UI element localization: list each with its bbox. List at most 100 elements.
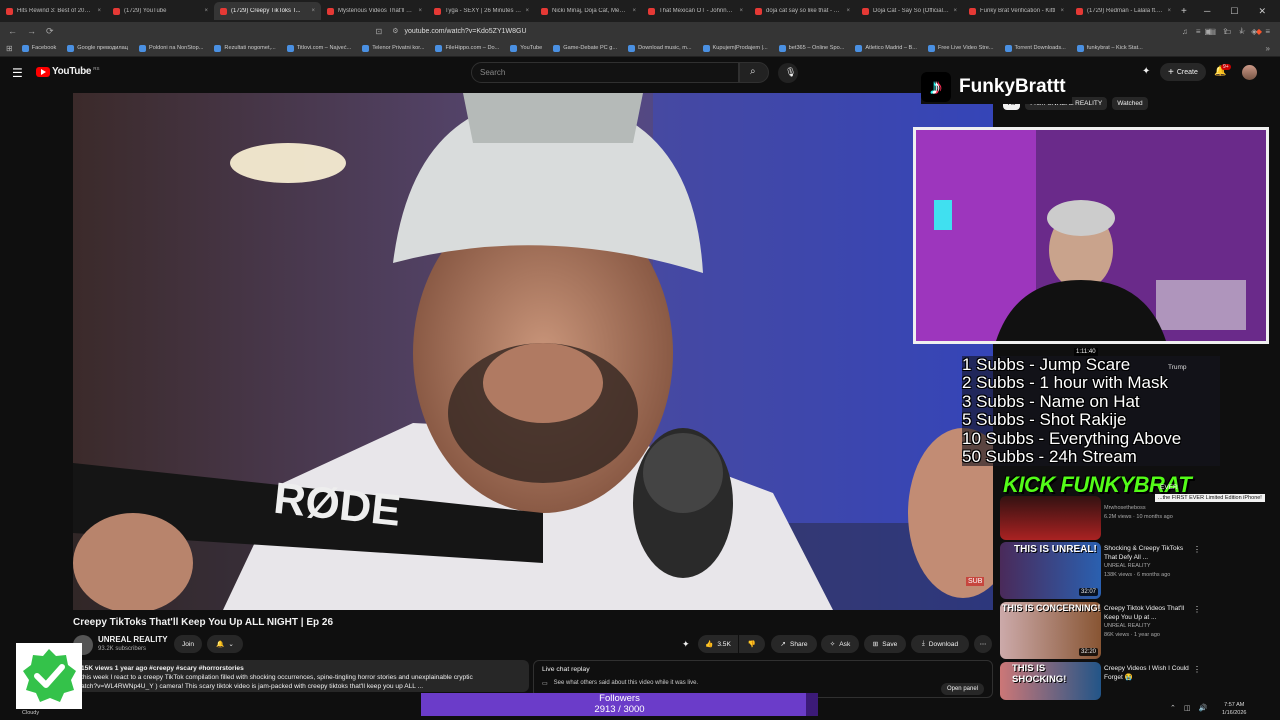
bookmark-item[interactable]: funkybrat – Kick Stat... <box>1076 44 1143 52</box>
bookmark-item[interactable]: Facebook <box>21 44 56 52</box>
bookmark-favicon-icon <box>139 44 146 52</box>
bookmark-item[interactable]: Kupujem|Prodajem |... <box>702 44 768 52</box>
apps-icon[interactable]: ⊞ <box>6 44 13 53</box>
tab-close-icon[interactable]: × <box>953 8 957 14</box>
tab-close-icon[interactable]: × <box>1167 8 1171 14</box>
tab-close-icon[interactable]: × <box>418 8 422 14</box>
bookmark-item[interactable]: Free Live Video Stre... <box>927 44 994 52</box>
maximize-icon[interactable]: ☐ <box>1230 6 1238 17</box>
browser-tab[interactable]: Funky Brat Verification - Kittl × <box>963 2 1070 20</box>
tab-close-icon[interactable]: × <box>311 8 315 14</box>
bookmark-item[interactable]: Game-Debate PC g... <box>553 44 617 52</box>
video-description[interactable]: 15K views 1 year ago #creepy #scary #hor… <box>73 660 529 692</box>
more-actions-button[interactable]: ⋯ <box>974 635 992 653</box>
rec-1-info[interactable]: Mrwhosetheboss 6.2M views · 10 months ag… <box>1104 504 1194 522</box>
menu-icon[interactable]: ≡ <box>1265 27 1270 36</box>
tab-title: doja cat say so like that - YouT... <box>766 8 842 14</box>
rec-4-thumbnail[interactable]: THIS IS SHOCKING! <box>1000 662 1101 700</box>
rec-4-info[interactable]: Creepy Videos I Wish I Could Forget 😭 <box>1104 664 1194 682</box>
dislike-button[interactable]: 👎 <box>739 635 765 653</box>
bookmark-item[interactable]: Download music, m... <box>628 44 692 52</box>
account-avatar[interactable] <box>1242 65 1257 80</box>
bookmark-item[interactable]: Titlovi.com – Najveć... <box>286 44 351 52</box>
clock[interactable]: 7:57 AM 1/16/2026 <box>1222 701 1246 717</box>
rec-2-more-icon[interactable]: ⋮ <box>1193 545 1201 554</box>
browser-tab[interactable]: Nicki Minaj, Doja Cat, Megan T...× <box>535 2 642 20</box>
back-icon[interactable]: ← <box>8 26 17 37</box>
rec-3-more-icon[interactable]: ⋮ <box>1193 605 1201 614</box>
tab-close-icon[interactable]: × <box>1060 8 1064 14</box>
cast-icon[interactable]: ✦ <box>1142 66 1150 77</box>
share-button[interactable]: ↗ Share <box>771 635 817 653</box>
forward-icon[interactable]: → <box>27 26 36 37</box>
like-button[interactable]: 👍 3.5K <box>698 635 738 653</box>
voice-search-button[interactable]: 🎙 <box>778 63 798 83</box>
browser-tab[interactable]: (1729) Creepy TikToks T... × <box>214 2 321 20</box>
browser-tab[interactable]: (1729) YouTube × <box>107 2 214 20</box>
bookmark-item[interactable]: Atletico Madrid – B... <box>855 44 917 52</box>
rec-4-more-icon[interactable]: ⋮ <box>1193 665 1201 674</box>
sparkle-icon[interactable]: ✦ <box>682 639 690 650</box>
bookmark-page-icon[interactable]: ⊡ <box>376 27 383 36</box>
close-window-icon[interactable]: ✕ <box>1258 6 1266 17</box>
youtube-logo[interactable]: YouTube RS <box>36 66 99 77</box>
search-input[interactable]: Search <box>471 62 739 83</box>
browser-tab[interactable]: (1729) Redman - Lalala ft. Meth...× <box>1070 2 1177 20</box>
bookmark-item[interactable]: Torrent Downloads... <box>1004 44 1066 52</box>
rec-3-thumbnail[interactable]: THIS IS CONCERNING! 32:20 <box>1000 602 1101 659</box>
new-tab-button[interactable]: + <box>1181 6 1187 17</box>
browser-tab[interactable]: Tyga - SEXY | 26 Minutes Best... × <box>428 2 535 20</box>
sidebar-icon[interactable]: ▤ <box>1209 27 1217 36</box>
save-button[interactable]: ⊞ Save <box>864 635 906 653</box>
tray-chevron-icon[interactable]: ⌃ <box>1170 704 1176 712</box>
minimize-icon[interactable]: ─ <box>1204 6 1210 16</box>
download-icon[interactable]: ⤓ <box>1240 26 1244 36</box>
ask-button[interactable]: ✧ Ask <box>821 635 859 653</box>
bookmark-item[interactable]: bet365 – Online Spo... <box>778 44 844 52</box>
browser-tab[interactable]: Doja Cat - Say So (Official Vide... × <box>856 2 963 20</box>
reload-icon[interactable]: ⟳ <box>46 26 54 37</box>
tab-favicon-icon <box>1076 7 1083 15</box>
bookmark-item[interactable]: Google преводилац <box>67 44 128 52</box>
video-player[interactable]: RØDE SUB <box>73 93 993 610</box>
bookmark-item[interactable]: YouTube <box>510 44 542 52</box>
download-button[interactable]: ⤓ Download <box>911 635 969 653</box>
all-bookmarks-icon[interactable]: » <box>1266 44 1270 53</box>
tab-close-icon[interactable]: × <box>204 8 208 14</box>
chip-watched[interactable]: Watched <box>1112 97 1148 110</box>
browser-tab[interactable]: Mysterious Videos That'll Make...× <box>321 2 428 20</box>
browser-tab[interactable]: That Mexican OT - Johnny Dan...× <box>642 2 749 20</box>
rec-3-info[interactable]: Creepy Tiktok Videos That'll Keep You Up… <box>1104 604 1194 640</box>
wallet-icon[interactable]: ▭ <box>1224 27 1232 36</box>
join-button[interactable]: Join <box>174 635 202 653</box>
playlist-icon[interactable]: ≡ <box>1196 27 1201 36</box>
rec-2-info[interactable]: Shocking & Creepy TikToks That Defy All … <box>1104 544 1194 580</box>
rec-2-thumbnail[interactable]: THIS IS UNREAL! 32:07 <box>1000 542 1101 599</box>
tiktok-overlay: ♪ FunkyBrattt <box>921 70 1072 104</box>
browser-tab[interactable]: Hits Rewind 3: Best of 2010's Hi...× <box>0 2 107 20</box>
channel-name[interactable]: UNREAL REALITY <box>98 635 168 644</box>
volume-icon[interactable]: 🔊 <box>1199 704 1208 712</box>
site-info-icon[interactable]: ⚙ <box>392 27 398 35</box>
url-field[interactable]: youtube.com/watch?v=Kdo5ZY1W8GU <box>405 28 527 35</box>
bookmark-item[interactable]: FileHippo.com – Do... <box>435 44 499 52</box>
open-panel-button[interactable]: Open panel <box>940 683 984 695</box>
hamburger-menu-icon[interactable]: ☰ <box>12 66 23 80</box>
tab-close-icon[interactable]: × <box>846 8 850 14</box>
bookmark-item[interactable]: Telenor Privatni kor... <box>362 44 424 52</box>
create-button[interactable]: + Create <box>1160 63 1206 81</box>
subscribed-button[interactable]: 🔔 ⌄ <box>207 635 243 653</box>
music-icon[interactable]: ♫ <box>1182 27 1188 36</box>
search-button[interactable]: ⌕ <box>739 62 769 83</box>
tab-close-icon[interactable]: × <box>632 8 636 14</box>
tab-close-icon[interactable]: × <box>739 8 743 14</box>
network-icon[interactable]: ◫ <box>1184 704 1191 712</box>
rec-1-thumbnail[interactable] <box>1000 496 1101 540</box>
bookmark-item[interactable]: Poldoni na NonStop... <box>139 44 203 52</box>
bookmark-favicon-icon <box>553 44 561 52</box>
bookmark-item[interactable]: Rezultati nogomet,... <box>214 44 276 52</box>
tab-close-icon[interactable]: × <box>525 8 529 14</box>
browser-tab[interactable]: doja cat say so like that - YouT... × <box>749 2 856 20</box>
tab-close-icon[interactable]: × <box>97 8 101 14</box>
vpn-icon[interactable]: ◈ <box>1251 27 1257 36</box>
